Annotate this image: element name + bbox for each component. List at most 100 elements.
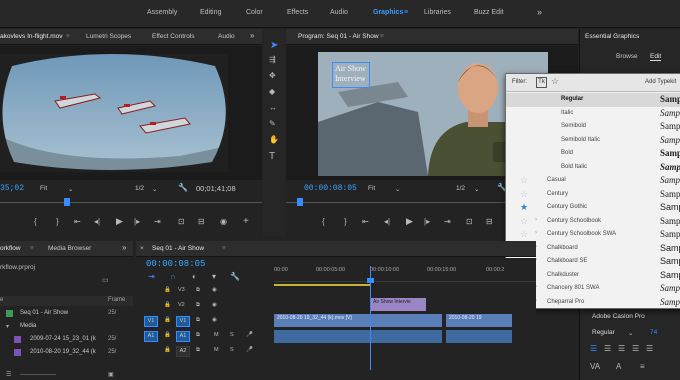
track-lock-icon[interactable]: 🔒 bbox=[164, 332, 171, 338]
track-lock-icon[interactable]: 🔒 bbox=[164, 317, 171, 323]
track-lock-icon[interactable]: 🔒 bbox=[164, 302, 171, 308]
overwrite-icon[interactable]: ⊟ bbox=[198, 218, 205, 226]
tracking-icon[interactable]: VA bbox=[590, 363, 600, 371]
align-right-icon[interactable]: ☰ bbox=[618, 345, 625, 353]
type-tool-icon[interactable]: T bbox=[269, 152, 275, 162]
hand-tool-icon[interactable]: ✋ bbox=[269, 136, 279, 144]
font-list-item[interactable]: Regular Sample bbox=[506, 93, 680, 107]
font-list-item[interactable]: Italic Sample bbox=[506, 107, 680, 121]
program-resolution-select[interactable]: 1/2 bbox=[456, 185, 465, 192]
align-left-icon[interactable]: ☰ bbox=[590, 345, 597, 353]
workspace-graphics[interactable]: Graphics bbox=[373, 9, 403, 16]
program-resolution-arrow-icon[interactable]: ⌄ bbox=[474, 185, 479, 193]
snap-icon[interactable]: ∩ bbox=[170, 273, 176, 281]
export-frame-icon[interactable]: ◉ bbox=[220, 218, 227, 226]
font-family-select[interactable]: Adobe Caslon Pro bbox=[592, 313, 645, 320]
track-lock-icon[interactable]: 🔒 bbox=[164, 347, 171, 353]
workspace-audio[interactable]: Audio bbox=[330, 9, 348, 16]
track-select-tool-icon[interactable]: ⇶ bbox=[269, 56, 276, 64]
marker-icon[interactable]: ▾ bbox=[212, 273, 216, 281]
workspace-libraries[interactable]: Libraries bbox=[424, 9, 451, 16]
expand-arrow-icon[interactable]: › bbox=[535, 217, 537, 223]
tab-media-browser[interactable]: Media Browser bbox=[48, 245, 91, 252]
solo-button[interactable]: S bbox=[230, 332, 234, 338]
column-frame-rate[interactable]: Frame bbox=[108, 297, 125, 303]
source-fit-arrow-icon[interactable]: ⌄ bbox=[68, 185, 73, 193]
track-toggle-icon[interactable]: ⧉ bbox=[196, 347, 200, 354]
program-fit-arrow-icon[interactable]: ⌄ bbox=[395, 185, 400, 193]
zoom-slider[interactable] bbox=[20, 374, 56, 375]
insert-overwrite-icon[interactable]: ⇥ bbox=[148, 273, 155, 281]
step-back-icon[interactable]: ◂| bbox=[94, 218, 100, 226]
razor-tool-icon[interactable]: ◆ bbox=[269, 88, 275, 96]
go-to-in-icon[interactable]: ⇤ bbox=[74, 218, 81, 226]
project-overflow-icon[interactable]: » bbox=[122, 243, 126, 252]
workspace-buzz-edit[interactable]: Buzz Edit bbox=[474, 9, 504, 16]
favorite-star-icon[interactable]: ★ bbox=[520, 202, 528, 213]
new-item-icon[interactable]: ▣ bbox=[108, 371, 114, 378]
tab-source-clip[interactable]: akovlevs In-flight.mov bbox=[0, 33, 63, 40]
tab-audio[interactable]: Audio bbox=[218, 33, 235, 40]
timeline-wrench-icon[interactable]: 🔧 bbox=[230, 273, 240, 281]
step-forward-icon[interactable]: |▸ bbox=[134, 218, 140, 226]
list-item[interactable]: 2010-08-20 19_32_44 (k 25/ bbox=[0, 347, 133, 359]
linked-selection-icon[interactable]: ◐ bbox=[192, 273, 197, 281]
star-icon[interactable]: ☆ bbox=[520, 189, 528, 200]
program-mark-out-icon[interactable]: } bbox=[344, 218, 347, 226]
list-item[interactable]: 2009-07-24 15_23_01 (k 25/ bbox=[0, 334, 133, 346]
list-view-icon[interactable]: ☰ bbox=[6, 371, 11, 378]
font-list-item[interactable]: Semibold Italic Sample bbox=[506, 134, 680, 148]
font-list-item[interactable]: ☆ Casual Sample bbox=[506, 174, 680, 188]
selection-tool-icon[interactable]: ➤ bbox=[270, 41, 278, 51]
ripple-edit-tool-icon[interactable]: ✥ bbox=[269, 72, 276, 80]
pen-tool-icon[interactable]: ✎ bbox=[269, 120, 276, 128]
track-toggle-icon[interactable]: ⧉ bbox=[196, 287, 200, 294]
source-fit-select[interactable]: Fit bbox=[40, 185, 47, 192]
justify-left-icon[interactable]: ☰ bbox=[632, 345, 639, 353]
slip-tool-icon[interactable]: ↔ bbox=[269, 104, 277, 112]
source-resolution-arrow-icon[interactable]: ⌄ bbox=[152, 185, 157, 193]
timeline-menu-icon[interactable]: ≡ bbox=[222, 245, 226, 252]
track-label-v3[interactable]: V3 bbox=[178, 287, 185, 293]
track-target-v1[interactable]: V1 bbox=[176, 316, 190, 327]
track-toggle-icon[interactable]: ⧉ bbox=[196, 332, 200, 339]
track-toggle-icon[interactable]: ⧉ bbox=[196, 302, 200, 309]
tab-edit[interactable]: Edit bbox=[650, 53, 662, 61]
workspace-editing[interactable]: Editing bbox=[200, 9, 221, 16]
workspace-color[interactable]: Color bbox=[246, 9, 263, 16]
timeline-close-icon[interactable]: × bbox=[140, 245, 144, 252]
source-playhead[interactable] bbox=[64, 198, 70, 206]
star-icon[interactable]: ☆ bbox=[520, 175, 528, 186]
tab-effect-controls[interactable]: Effect Controls bbox=[152, 33, 195, 40]
source-patch-v1[interactable]: V1 bbox=[144, 316, 158, 327]
source-resolution-select[interactable]: 1/2 bbox=[135, 185, 144, 192]
mark-out-icon[interactable]: } bbox=[56, 218, 59, 226]
program-timecode[interactable]: 00:00:08:05 bbox=[304, 184, 357, 193]
program-scrubber[interactable] bbox=[286, 202, 506, 203]
timeline-timecode[interactable]: 00:00:08:05 bbox=[146, 259, 205, 269]
audio-clip[interactable] bbox=[446, 330, 512, 343]
list-item[interactable]: ▾ Media bbox=[0, 321, 133, 333]
track-label-v2[interactable]: V2 bbox=[178, 302, 185, 308]
track-lock-icon[interactable]: 🔒 bbox=[164, 287, 171, 293]
font-list-item[interactable]: ☆ Century Sample bbox=[506, 188, 680, 202]
workspace-assembly[interactable]: Assembly bbox=[147, 9, 177, 16]
mic-icon[interactable]: 🎤 bbox=[246, 347, 253, 353]
font-list-item[interactable]: ☆ › Century Schoolbook Sample bbox=[506, 215, 680, 229]
program-mark-in-icon[interactable]: { bbox=[322, 218, 325, 226]
font-list-item[interactable]: ☆ › Century Schoolbook SWA Sample bbox=[506, 228, 680, 242]
tab-project[interactable]: orkflow bbox=[0, 245, 21, 252]
go-to-out-icon[interactable]: ⇥ bbox=[154, 218, 161, 226]
workspace-overflow-icon[interactable]: » bbox=[537, 7, 542, 17]
mute-button[interactable]: M bbox=[214, 332, 219, 338]
align-center-icon[interactable]: ☰ bbox=[604, 345, 611, 353]
font-list-item[interactable]: Bold Italic Sample bbox=[506, 161, 680, 175]
wrench-icon[interactable]: 🔧 bbox=[178, 184, 188, 192]
title-text-box[interactable]: Air Show Interview bbox=[332, 62, 370, 88]
program-menu-icon[interactable]: ≡ bbox=[380, 33, 384, 40]
font-style-select[interactable]: Regular bbox=[592, 329, 615, 336]
source-menu-icon[interactable]: ≡ bbox=[66, 33, 70, 40]
program-go-to-in-icon[interactable]: ⇤ bbox=[362, 218, 369, 226]
add-button-icon[interactable]: + bbox=[243, 217, 249, 227]
favorites-filter-icon[interactable]: ☆ bbox=[551, 76, 559, 87]
